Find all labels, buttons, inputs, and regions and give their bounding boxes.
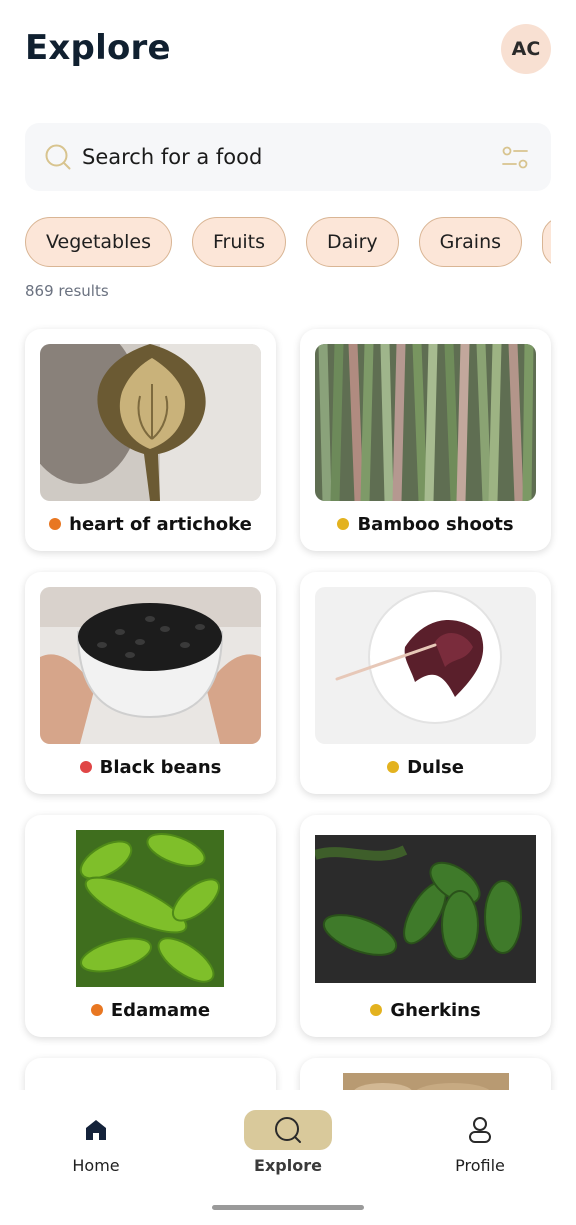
category-chips: Vegetables Fruits Dairy Grains [25,217,551,267]
nav-profile[interactable]: Profile [420,1110,540,1180]
nav-home[interactable]: Home [36,1110,156,1180]
search-input[interactable]: Search for a food [82,145,262,169]
chip-dairy[interactable]: Dairy [306,217,399,267]
food-name: Edamame [110,999,211,1021]
food-card[interactable] [25,1058,276,1090]
home-indicator [212,1205,364,1210]
search-icon [244,1110,332,1150]
chip-grains[interactable]: Grains [418,217,523,267]
food-name: Dulse [407,756,464,778]
food-label: Black beans [25,754,276,780]
food-image-edamame [76,830,224,987]
food-name: Bamboo shoots [357,513,514,535]
food-image-partial [343,1073,509,1090]
nav-explore[interactable]: Explore [228,1110,348,1180]
category-dot [49,518,62,530]
category-dot [370,1004,383,1016]
food-image-gherkins [315,835,536,983]
page-title: Explore [25,28,171,68]
food-card[interactable]: Gherkins [300,815,551,1037]
search-icon [45,144,71,170]
category-dot [90,1004,103,1016]
nav-label: Profile [455,1156,505,1175]
avatar[interactable]: AC [501,24,551,74]
chip-fruits[interactable]: Fruits [191,217,287,267]
sliders-icon[interactable] [501,145,529,171]
user-icon [436,1110,524,1150]
search-bar[interactable]: Search for a food [25,123,551,191]
category-dot [387,761,400,773]
food-name: heart of artichoke [69,513,252,535]
food-card[interactable]: Dulse [300,572,551,794]
chip-more[interactable] [542,217,551,267]
results-count: 869 results [25,282,109,300]
food-card[interactable]: heart of artichoke [25,329,276,551]
food-label: heart of artichoke [25,511,276,537]
food-image-partial [40,1073,261,1090]
food-grid: heart of artichoke Bamboo shoots Black b… [0,320,576,1090]
food-name: Black beans [99,756,222,778]
home-icon [52,1110,140,1150]
nav-label: Home [72,1156,120,1175]
food-image-dulse [315,587,536,744]
food-image-artichoke [40,344,261,501]
food-label: Bamboo shoots [300,511,551,537]
chip-vegetables[interactable]: Vegetables [25,217,172,267]
food-image-bamboo [315,344,536,501]
food-name: Gherkins [390,999,481,1021]
food-image-black-beans [40,587,261,744]
food-label: Edamame [25,997,276,1023]
nav-label: Explore [254,1156,322,1175]
food-card[interactable]: Edamame [25,815,276,1037]
category-dot [79,761,92,773]
food-card[interactable]: Black beans [25,572,276,794]
food-label: Gherkins [300,997,551,1023]
food-card[interactable] [300,1058,551,1090]
food-label: Dulse [300,754,551,780]
food-card[interactable]: Bamboo shoots [300,329,551,551]
header: Explore AC [0,0,576,100]
category-dot [337,518,350,530]
